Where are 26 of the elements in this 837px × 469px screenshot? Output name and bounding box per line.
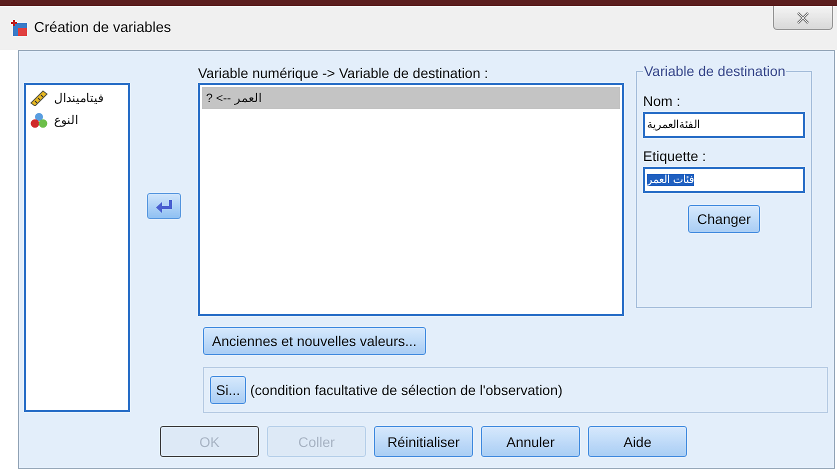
close-button[interactable] bbox=[773, 6, 833, 30]
variable-list[interactable]: فيتاميندال النوع bbox=[24, 83, 130, 412]
mapping-label: Variable numérique -> Variable de destination : bbox=[198, 64, 490, 83]
if-button[interactable]: Si... bbox=[210, 376, 246, 404]
arrow-icon bbox=[155, 199, 173, 213]
move-button[interactable] bbox=[147, 193, 181, 219]
variable-item[interactable]: فيتاميندال bbox=[30, 87, 124, 109]
circles-icon bbox=[30, 112, 48, 128]
window-title: Création de variables bbox=[34, 20, 172, 36]
mapping-item[interactable]: العمر --> ? bbox=[202, 87, 620, 109]
name-field[interactable]: الفئةالعمرية bbox=[643, 112, 805, 138]
group-legend: Variable de destination bbox=[643, 63, 786, 79]
change-button[interactable]: Changer bbox=[688, 205, 760, 233]
variable-item[interactable]: النوع bbox=[30, 109, 124, 131]
ruler-icon bbox=[30, 90, 48, 106]
close-icon bbox=[796, 12, 810, 24]
mapping-list[interactable]: العمر --> ? bbox=[198, 83, 624, 316]
dialog-button[interactable]: Annuler bbox=[481, 426, 580, 457]
dialog-button[interactable]: Aide bbox=[588, 426, 687, 457]
old-new-values-button[interactable]: Anciennes et nouvelles valeurs... bbox=[203, 327, 426, 355]
condition-text: (condition facultative de sélection de l'observation) bbox=[250, 382, 563, 398]
label-label: Etiquette : bbox=[643, 148, 708, 164]
app-icon bbox=[10, 19, 28, 37]
dialog-button[interactable]: Réinitialiser bbox=[374, 426, 473, 457]
name-label: Nom : bbox=[643, 93, 682, 109]
label-field[interactable]: فئات العمر bbox=[643, 167, 805, 193]
